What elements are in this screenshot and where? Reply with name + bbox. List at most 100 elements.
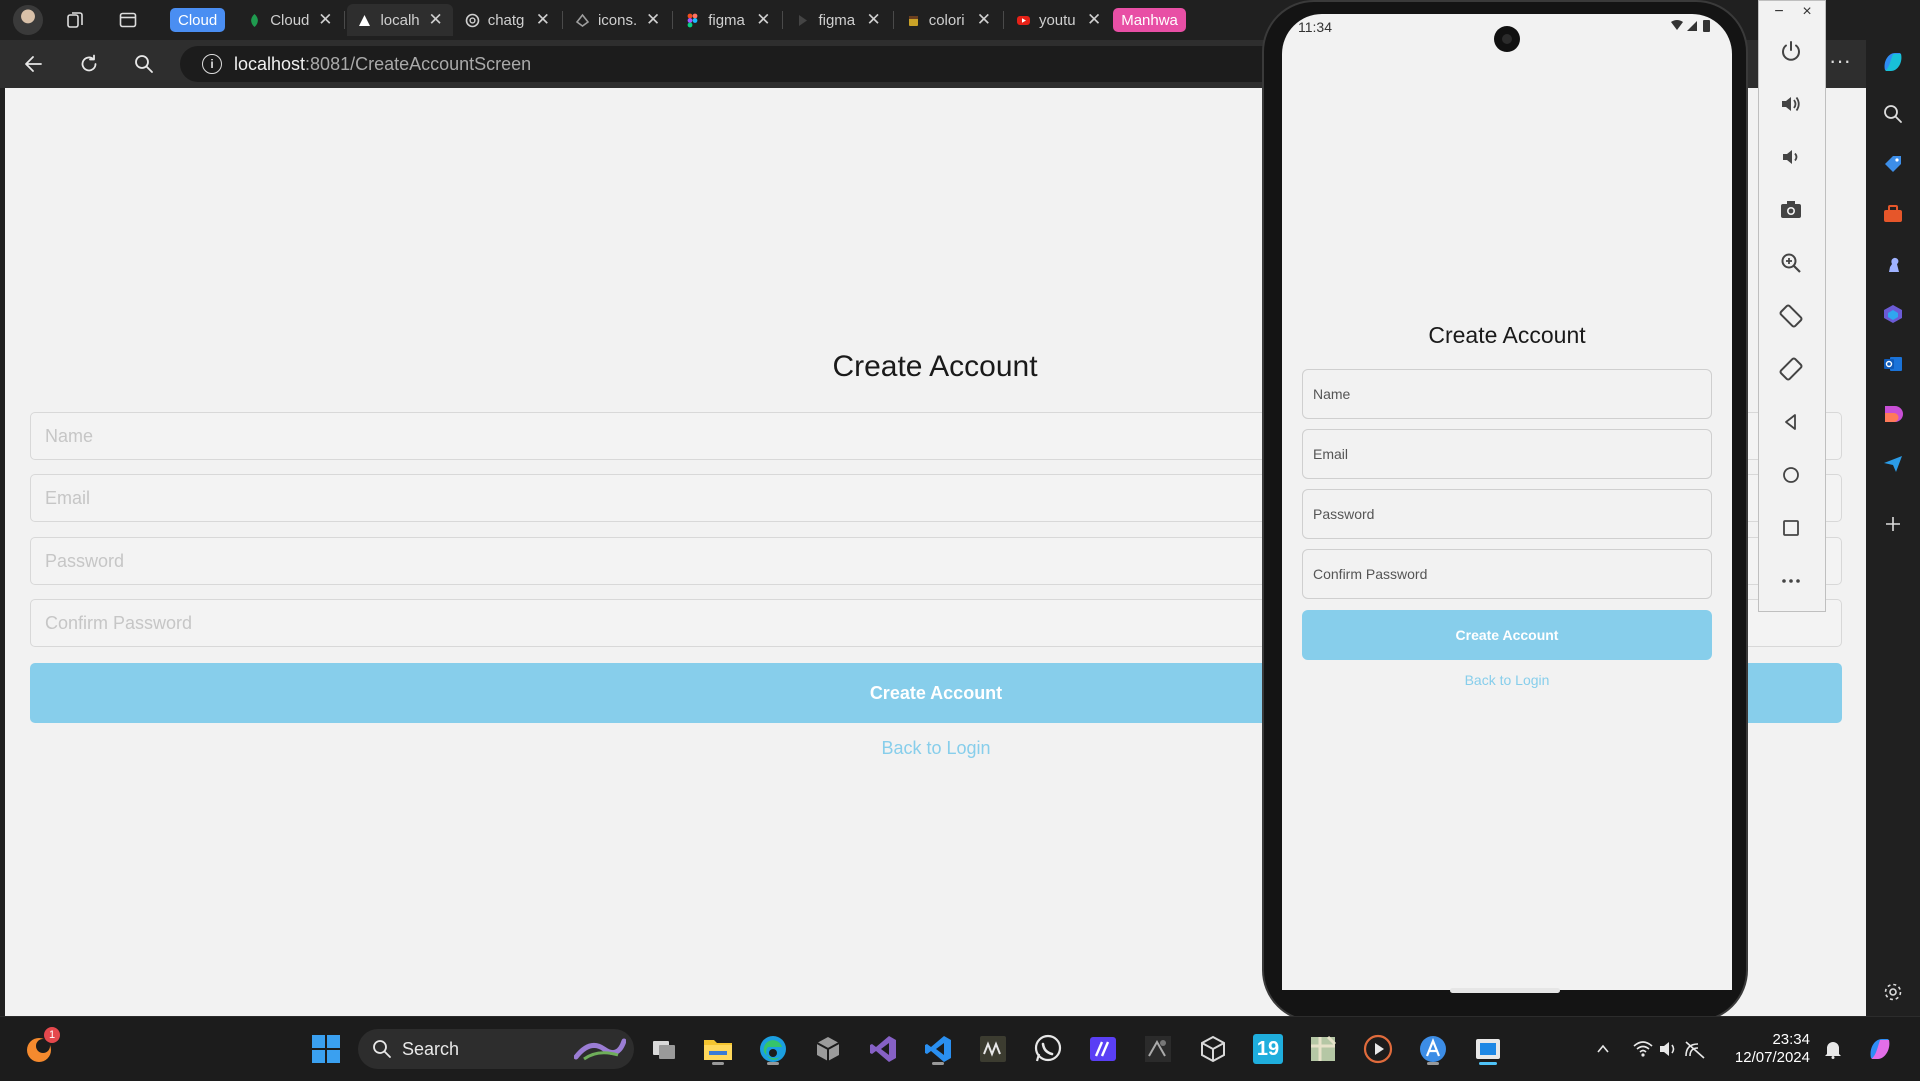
mobile-back-to-login-link[interactable]: Back to Login bbox=[1282, 672, 1732, 688]
android-home-button[interactable] bbox=[1773, 457, 1809, 493]
task-view-icon bbox=[653, 1041, 675, 1059]
emulator-close-button[interactable]: × bbox=[1797, 3, 1817, 21]
tab-divider bbox=[782, 11, 784, 29]
show-hidden-icons-button[interactable] bbox=[1590, 1031, 1616, 1067]
tab-localhost[interactable]: localh ✕ bbox=[347, 4, 453, 36]
browser-menu-button[interactable]: ··· bbox=[1824, 48, 1856, 80]
calendar-app-button[interactable]: 19 bbox=[1250, 1031, 1286, 1067]
tag-icon bbox=[1885, 156, 1901, 172]
game-app-icon bbox=[1145, 1036, 1171, 1062]
search-page-button[interactable] bbox=[128, 48, 160, 80]
whatsapp-button[interactable] bbox=[1030, 1031, 1066, 1067]
quick-settings-button[interactable] bbox=[1632, 1031, 1712, 1067]
widgets-button[interactable]: 1 bbox=[22, 1027, 60, 1067]
android-back-button[interactable] bbox=[1773, 404, 1809, 440]
close-tab-icon[interactable]: ✕ bbox=[318, 10, 332, 30]
tab-icons[interactable]: icons. ✕ bbox=[565, 4, 670, 36]
maps-button[interactable] bbox=[1305, 1031, 1341, 1067]
copilot-button[interactable] bbox=[1877, 46, 1909, 78]
phone-frame: 11:34 Create Account Name Email Password… bbox=[1262, 0, 1748, 1022]
sidebar-m365-button[interactable] bbox=[1877, 298, 1909, 330]
emulator-more-button[interactable] bbox=[1773, 563, 1809, 599]
search-icon bbox=[373, 1040, 391, 1058]
android-studio-button[interactable] bbox=[1415, 1031, 1451, 1067]
mobile-password-input[interactable]: Password bbox=[1302, 489, 1712, 539]
unity-button[interactable] bbox=[810, 1031, 846, 1067]
sidebar-shopping-button[interactable] bbox=[1877, 148, 1909, 180]
volume-up-button[interactable] bbox=[1773, 86, 1809, 122]
tab-group-cloud[interactable]: Cloud bbox=[170, 8, 226, 32]
tab-figma-1[interactable]: figma ✕ bbox=[675, 4, 780, 36]
back-button[interactable] bbox=[18, 48, 50, 80]
edge-button[interactable] bbox=[755, 1031, 791, 1067]
running-indicator bbox=[932, 1062, 944, 1065]
copilot-taskbar-button[interactable] bbox=[1862, 1031, 1898, 1067]
search-highlight-icon bbox=[574, 1038, 626, 1061]
rotate-right-icon bbox=[1779, 357, 1803, 381]
sidebar-designer-button[interactable] bbox=[1877, 398, 1909, 430]
media-player-button[interactable] bbox=[1360, 1031, 1396, 1067]
sidebar-send-button[interactable] bbox=[1877, 448, 1909, 480]
close-tab-icon[interactable]: ✕ bbox=[866, 10, 880, 30]
clock[interactable]: 23:34 12/07/2024 bbox=[1726, 1031, 1810, 1067]
volume-down-button[interactable] bbox=[1773, 139, 1809, 175]
close-tab-icon[interactable]: ✕ bbox=[536, 10, 550, 30]
close-tab-icon[interactable]: ✕ bbox=[756, 10, 770, 30]
tab-figma-2[interactable]: figma ✕ bbox=[785, 4, 890, 36]
mysql-workbench-button[interactable] bbox=[975, 1031, 1011, 1067]
sidebar-search-button[interactable] bbox=[1877, 98, 1909, 130]
vertical-tabs-button[interactable] bbox=[112, 4, 144, 36]
tab-group-manhwa[interactable]: Manhwa bbox=[1113, 8, 1186, 32]
emulator-toolbar: − × bbox=[1758, 0, 1826, 612]
power-button[interactable] bbox=[1773, 33, 1809, 69]
task-view-button[interactable] bbox=[646, 1031, 682, 1067]
rotate-right-button[interactable] bbox=[1773, 351, 1809, 387]
tab-colors[interactable]: colori ✕ bbox=[896, 4, 1001, 36]
search-label: Search bbox=[402, 1038, 460, 1059]
mobile-page-title: Create Account bbox=[1428, 322, 1586, 348]
mobile-name-input[interactable]: Name bbox=[1302, 369, 1712, 419]
virtualbox-button[interactable] bbox=[1195, 1031, 1231, 1067]
sidebar-settings-button[interactable] bbox=[1877, 976, 1909, 1008]
tab-youtube[interactable]: youtu ✕ bbox=[1006, 4, 1111, 36]
tab-chatgpt[interactable]: chatg ✕ bbox=[455, 4, 560, 36]
mobile-email-input[interactable]: Email bbox=[1302, 429, 1712, 479]
file-explorer-button[interactable] bbox=[700, 1031, 736, 1067]
visual-studio-button[interactable] bbox=[865, 1031, 901, 1067]
vscode-button[interactable] bbox=[920, 1031, 956, 1067]
game-launcher-button[interactable] bbox=[1140, 1031, 1176, 1067]
avatar-image bbox=[13, 5, 43, 35]
profile-avatar[interactable] bbox=[12, 4, 44, 36]
power-icon bbox=[1782, 41, 1800, 61]
notifications-button[interactable] bbox=[1820, 1031, 1846, 1067]
android-overview-button[interactable] bbox=[1773, 510, 1809, 546]
triangle-back-icon bbox=[1785, 414, 1796, 430]
sidebar-games-button[interactable] bbox=[1877, 248, 1909, 280]
close-tab-icon[interactable]: ✕ bbox=[428, 10, 442, 30]
sidebar-outlook-button[interactable] bbox=[1877, 348, 1909, 380]
url-field[interactable]: i localhost:8081/CreateAccountScreen bbox=[180, 46, 1280, 82]
close-tab-icon[interactable]: ✕ bbox=[646, 10, 660, 30]
add-sidebar-app-button[interactable] bbox=[1877, 508, 1909, 540]
rotate-left-button[interactable] bbox=[1773, 298, 1809, 334]
refresh-button[interactable] bbox=[73, 48, 105, 80]
emulator-button[interactable] bbox=[1470, 1031, 1506, 1067]
phone-screen: 11:34 Create Account Name Email Password… bbox=[1282, 14, 1732, 990]
kinsta-button[interactable] bbox=[1085, 1031, 1121, 1067]
sidebar-tools-button[interactable] bbox=[1877, 198, 1909, 230]
start-button[interactable] bbox=[308, 1031, 344, 1067]
site-info-icon[interactable]: i bbox=[202, 54, 222, 74]
gesture-bar[interactable] bbox=[1450, 988, 1560, 993]
close-tab-icon[interactable]: ✕ bbox=[977, 10, 991, 30]
tab-title: localh bbox=[380, 11, 420, 29]
emulator-minimize-button[interactable]: − bbox=[1769, 3, 1789, 21]
taskbar-search[interactable]: Search bbox=[358, 1029, 634, 1069]
screenshot-button[interactable] bbox=[1773, 192, 1809, 228]
zoom-button[interactable] bbox=[1773, 245, 1809, 281]
close-tab-icon[interactable]: ✕ bbox=[1087, 10, 1101, 30]
mobile-create-account-button[interactable]: Create Account bbox=[1302, 610, 1712, 660]
mobile-confirm-password-input[interactable]: Confirm Password bbox=[1302, 549, 1712, 599]
zoom-in-icon bbox=[1781, 253, 1801, 273]
tab-cloud[interactable]: Cloud ✕ bbox=[237, 4, 342, 36]
workspaces-button[interactable] bbox=[60, 4, 92, 36]
